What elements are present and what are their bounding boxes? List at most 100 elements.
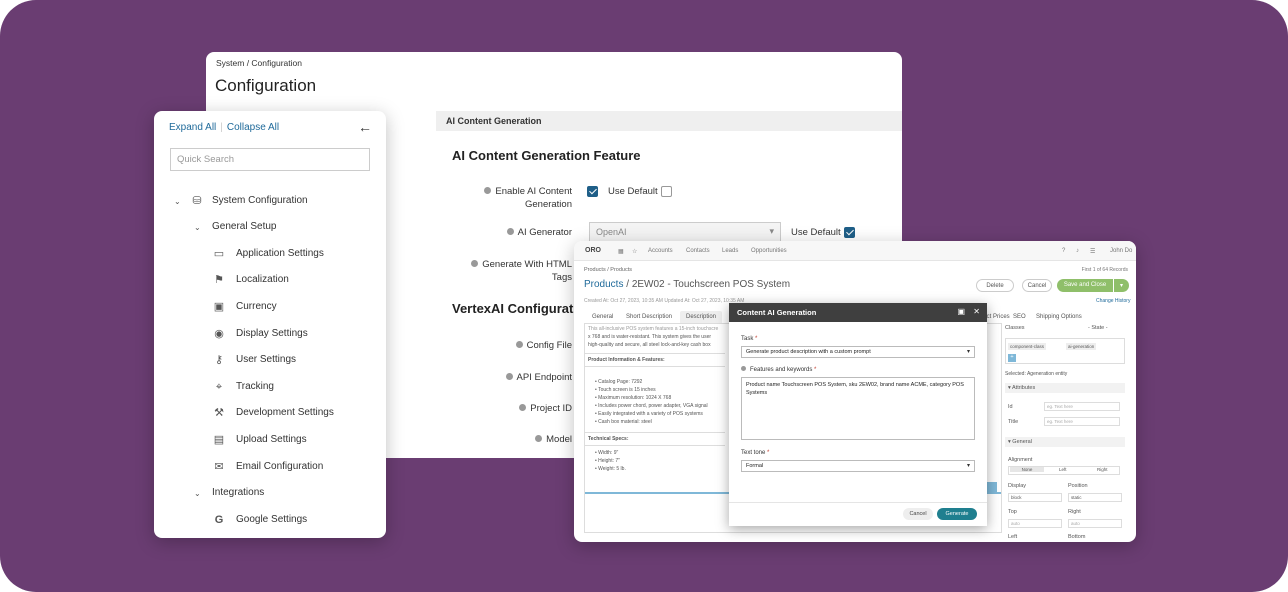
arrow-left-icon[interactable]: ← <box>358 119 372 135</box>
top-input[interactable]: auto <box>1008 519 1062 528</box>
position-label: Position <box>1068 483 1088 489</box>
tree-item-upload-settings[interactable]: Upload Settings <box>236 434 307 445</box>
classes-label: Classes <box>1005 325 1025 331</box>
sidebar-toplinks: Expand All | Collapse All <box>169 122 280 133</box>
info-icon <box>519 403 527 411</box>
use-default-label: Use Default <box>608 186 658 197</box>
menu-icon[interactable]: ☰ <box>1090 248 1095 255</box>
features-label: Features and keywords * <box>741 366 816 373</box>
maximize-icon[interactable]: ▣ <box>958 307 966 316</box>
breadcrumb: System / Configuration <box>216 58 302 68</box>
editor-bullet: • Catalog Page: 7292 <box>595 379 643 385</box>
editor-heading: Product Information & Features: <box>588 357 665 363</box>
info-icon <box>471 259 479 267</box>
save-dropdown-button[interactable]: ▾ <box>1114 279 1129 292</box>
align-right-option[interactable]: Right <box>1097 467 1108 472</box>
modal-title: Content AI Generation <box>729 303 987 322</box>
tab-shipping-options[interactable]: Shipping Options <box>1030 311 1088 323</box>
class-tag[interactable]: component-class <box>1008 343 1047 350</box>
class-tag[interactable]: ai-generation <box>1066 343 1097 350</box>
grid-icon[interactable]: ▦ <box>618 248 624 255</box>
enable-ai-checkbox[interactable] <box>587 186 598 197</box>
task-select[interactable]: Generate product description with a cust… <box>741 346 975 358</box>
right-label: Right <box>1068 509 1081 515</box>
star-icon[interactable]: ☆ <box>632 248 637 255</box>
chevron-down-icon[interactable]: ⌄ <box>194 489 201 498</box>
tree-item-email-configuration[interactable]: Email Configuration <box>236 461 323 472</box>
enable-ai-label: Enable AI Content Generation <box>452 185 572 211</box>
tree-item-google-settings[interactable]: Google Settings <box>236 514 307 525</box>
expand-all-link[interactable]: Expand All <box>169 122 216 133</box>
change-history-link[interactable]: Change History <box>1096 298 1130 304</box>
chevron-down-icon[interactable]: ⌄ <box>194 223 201 232</box>
title-input[interactable]: eg. Text here <box>1044 417 1120 426</box>
tree-item-application-settings[interactable]: Application Settings <box>236 248 324 259</box>
top-label: Top <box>1008 509 1017 515</box>
tab-general[interactable]: General <box>586 311 619 323</box>
id-input[interactable]: eg. Text here <box>1044 402 1120 411</box>
modal-controls: ▣ ✕ <box>958 307 981 316</box>
chevron-down-icon[interactable]: ⌄ <box>174 197 181 206</box>
tree-item-general-setup[interactable]: General Setup <box>212 221 277 232</box>
tone-select[interactable]: Formal <box>741 460 975 472</box>
tree-item-display-settings[interactable]: Display Settings <box>236 328 308 339</box>
user-name[interactable]: John Do <box>1110 248 1132 254</box>
save-and-close-button[interactable]: Save and Close <box>1057 279 1113 292</box>
delete-button[interactable]: Delete <box>976 279 1014 292</box>
add-icon[interactable]: + <box>1008 354 1016 362</box>
cancel-button[interactable]: Cancel <box>903 508 933 520</box>
tab-description[interactable]: Description <box>680 311 723 323</box>
section-header: AI Content Generation <box>436 111 902 131</box>
generate-button[interactable]: Generate <box>937 508 977 520</box>
display-select[interactable]: block <box>1008 493 1062 502</box>
tree-item-system-configuration[interactable]: System Configuration <box>212 195 308 206</box>
background-canvas: System / Configuration Configuration AI … <box>0 0 1288 592</box>
tree-item-development-settings[interactable]: Development Settings <box>236 407 334 418</box>
attributes-header[interactable]: ▾ Attributes <box>1005 383 1125 393</box>
nav-tab-opportunities[interactable]: Opportunities <box>751 248 787 254</box>
bell-icon[interactable]: ♪ <box>1076 248 1079 254</box>
left-label: Left <box>1008 534 1018 540</box>
use-default-checkbox[interactable] <box>844 227 855 238</box>
oro-logo[interactable]: ORO <box>585 247 601 254</box>
tree-item-integrations[interactable]: Integrations <box>212 487 264 498</box>
tree-item-tracking[interactable]: Tracking <box>236 381 274 392</box>
align-left-option[interactable]: Left <box>1059 467 1067 472</box>
file-icon: ▤ <box>213 434 225 446</box>
align-none-option[interactable]: None <box>1010 467 1044 472</box>
nav-tab-contacts[interactable]: Contacts <box>686 248 710 254</box>
general-header[interactable]: ▾ General <box>1005 437 1125 447</box>
right-input[interactable]: auto <box>1068 519 1122 528</box>
close-icon[interactable]: ✕ <box>973 307 980 316</box>
tone-label: Text tone * <box>741 450 770 456</box>
record-pager[interactable]: First 1 of 64 Records <box>1082 267 1128 273</box>
position-select[interactable]: static <box>1068 493 1122 502</box>
cancel-button[interactable]: Cancel <box>1022 279 1052 292</box>
title-label: Title <box>1008 419 1019 425</box>
tree-item-localization[interactable]: Localization <box>236 274 289 285</box>
info-icon <box>515 340 523 348</box>
editor-heading: Technical Specs: <box>588 436 629 442</box>
products-link[interactable]: Products <box>584 279 623 290</box>
editor-bullet: • Weight: 5 lb. <box>595 466 626 472</box>
quick-search-input[interactable]: Quick Search <box>170 148 370 171</box>
bottom-label: Bottom <box>1068 534 1086 540</box>
eye-icon: ◉ <box>214 328 224 340</box>
features-textarea[interactable]: Product name Touchscreen POS System, sku… <box>741 377 975 440</box>
state-select[interactable]: - State - <box>1088 325 1108 331</box>
tree-item-user-settings[interactable]: User Settings <box>236 354 296 365</box>
info-icon <box>506 227 514 235</box>
nav-tab-accounts[interactable]: Accounts <box>648 248 673 254</box>
help-icon[interactable]: ? <box>1062 248 1065 254</box>
tab-short-description[interactable]: Short Description <box>620 311 678 323</box>
editor-bullet: • Cash box material: steel <box>595 419 652 425</box>
nav-tab-leads[interactable]: Leads <box>722 248 738 254</box>
ai-generator-select[interactable]: OpenAI <box>589 222 781 242</box>
use-default-checkbox[interactable] <box>661 186 672 197</box>
info-icon <box>535 434 543 442</box>
tree-item-currency[interactable]: Currency <box>236 301 277 312</box>
vertex-title: VertexAI Configurat <box>452 301 574 316</box>
ai-generator-label: AI Generator <box>452 226 572 239</box>
collapse-all-link[interactable]: Collapse All <box>227 122 279 133</box>
tab-seo[interactable]: SEO <box>1007 311 1032 323</box>
